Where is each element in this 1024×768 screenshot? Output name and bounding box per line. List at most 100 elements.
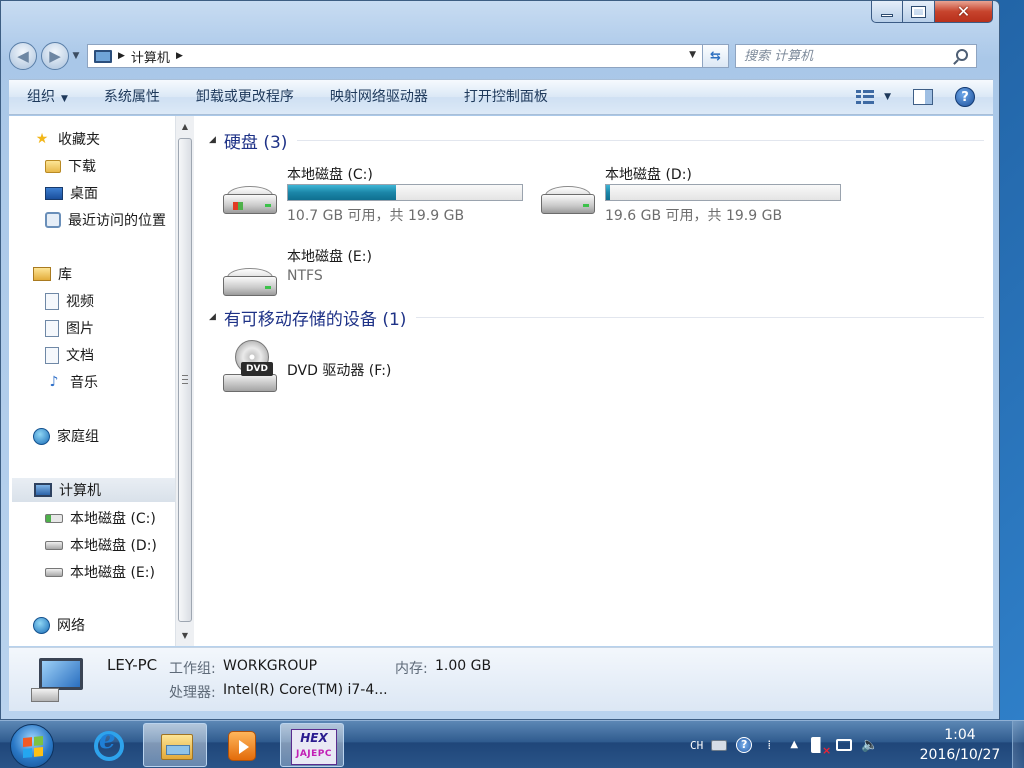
command-bar: 组织 ▼ 系统属性 卸载或更改程序 映射网络驱动器 打开控制面板 ▼ ? (9, 79, 993, 115)
volume-icon[interactable]: 🔈 (861, 737, 878, 753)
system-tray: CH ? ⁞ ▲ 🔈 (690, 721, 886, 768)
computer-icon (34, 483, 52, 497)
search-input[interactable] (744, 48, 944, 64)
search-icon[interactable] (956, 49, 968, 61)
nav-documents[interactable]: 文档 (45, 343, 94, 367)
view-controls: ▼ ? (856, 87, 993, 107)
nav-pictures[interactable]: 图片 (45, 316, 94, 340)
taskbar-file-explorer[interactable] (143, 723, 207, 767)
content-area: ★ 收藏夹 下载 桌面 最近访问的位置 库 视频 图片 文档 ♪ 音乐 家庭组 计算… (9, 116, 993, 646)
drive-tile-e[interactable]: 本地磁盘 (E:) NTFS (221, 246, 531, 310)
taskbar-internet-explorer[interactable]: e (76, 723, 140, 767)
group-header-removable[interactable]: ◢ 有可移动存储的设备 (1) (209, 306, 984, 330)
nav-videos[interactable]: 视频 (45, 289, 94, 313)
view-options-dropdown-icon[interactable]: ▼ (884, 92, 891, 102)
refresh-icon: ⇆ (710, 48, 721, 64)
open-control-panel-button[interactable]: 打开控制面板 (446, 79, 566, 115)
action-center-flag-icon[interactable] (811, 737, 831, 757)
nav-computer[interactable]: 计算机 (12, 478, 175, 502)
explorer-window: ✕ ◀ ▶ ▼ ▶ 计算机 ▶ ▼ ⇆ 组织 ▼ 系统属性 卸载或更改程序 映射网… (0, 0, 1000, 720)
recent-pages-dropdown[interactable]: ▼ (69, 51, 83, 61)
cpu-value: Intel(R) Core(TM) i7-4... (223, 682, 388, 698)
navigation-row: ◀ ▶ ▼ ▶ 计算机 ▶ ▼ ⇆ (9, 39, 993, 73)
dvd-drive-icon (223, 374, 277, 392)
show-hidden-icons-icon[interactable]: ▲ (786, 737, 802, 753)
documents-library-icon (45, 346, 59, 364)
scroll-down-icon[interactable]: ▼ (176, 627, 194, 644)
address-bar[interactable]: ▶ 计算机 ▶ ▼ (87, 44, 703, 68)
back-button[interactable]: ◀ (9, 42, 37, 70)
nav-desktop[interactable]: 桌面 (45, 181, 98, 205)
homegroup-icon (33, 427, 50, 445)
nav-downloads-label: 下载 (68, 159, 96, 175)
scroll-thumb[interactable] (178, 138, 192, 622)
nav-favorites-label: 收藏夹 (58, 132, 100, 148)
taskbar-hex-editor[interactable]: HEX JAJEPC (280, 723, 344, 767)
nav-network-label: 网络 (57, 618, 85, 634)
map-network-drive-button[interactable]: 映射网络驱动器 (312, 79, 446, 115)
system-drive-icon (45, 513, 63, 523)
nav-homegroup[interactable]: 家庭组 (33, 424, 99, 448)
refresh-button[interactable]: ⇆ (703, 44, 729, 68)
group-header-hard-disks[interactable]: ◢ 硬盘 (3) (209, 129, 984, 153)
nav-network[interactable]: 网络 (33, 613, 85, 637)
nav-downloads[interactable]: 下载 (45, 154, 96, 178)
nav-recent-places[interactable]: 最近访问的位置 (45, 208, 166, 232)
start-button[interactable] (10, 724, 54, 768)
hard-drive-icon (45, 540, 63, 550)
computer-icon (31, 658, 87, 702)
help-icon[interactable]: ? (955, 87, 975, 107)
collapse-triangle-icon[interactable]: ◢ (209, 312, 216, 322)
close-button[interactable]: ✕ (935, 1, 993, 23)
nav-drive-e[interactable]: 本地磁盘 (E:) (45, 560, 155, 584)
address-dropdown-icon[interactable]: ▼ (689, 50, 696, 60)
help-icon[interactable]: ? (736, 737, 753, 753)
forward-button[interactable]: ▶ (41, 42, 69, 70)
input-language-indicator[interactable]: CH (690, 739, 703, 752)
workgroup-label: 工作组: (169, 661, 216, 677)
drive-c-free-space: 10.7 GB 可用，共 19.9 GB (287, 208, 465, 224)
nav-favorites[interactable]: ★ 收藏夹 (33, 127, 100, 151)
network-status-icon[interactable] (836, 739, 853, 751)
group-title-removable: 有可移动存储的设备 (1) (223, 309, 407, 330)
preview-pane-icon[interactable] (913, 89, 933, 105)
navigation-scrollbar[interactable]: ▲ ▼ (175, 116, 194, 646)
drive-tile-d[interactable]: 本地磁盘 (D:) 19.6 GB 可用，共 19.9 GB (539, 164, 849, 228)
taskbar-media-player[interactable] (210, 723, 274, 767)
drive-d-name: 本地磁盘 (D:) (605, 167, 692, 183)
breadcrumb-computer[interactable]: 计算机 (131, 47, 170, 66)
show-desktop-button[interactable] (1012, 721, 1024, 768)
breadcrumb-separator-icon[interactable]: ▶ (118, 51, 125, 61)
system-drive-icon (221, 186, 279, 216)
pc-name: LEY-PC (107, 656, 158, 674)
drive-tile-c[interactable]: 本地磁盘 (C:) 10.7 GB 可用，共 19.9 GB (221, 164, 531, 228)
collapse-triangle-icon[interactable]: ◢ (209, 135, 216, 145)
nav-drive-c[interactable]: 本地磁盘 (C:) (45, 506, 156, 530)
organize-label: 组织 (27, 89, 55, 105)
grip-icon (182, 375, 188, 384)
uninstall-program-button[interactable]: 卸载或更改程序 (178, 79, 312, 115)
group-divider (416, 316, 984, 318)
dvd-drive-tile[interactable]: DVD DVD 驱动器 (F:) (221, 340, 521, 396)
minimize-button[interactable] (871, 1, 903, 23)
breadcrumb-separator-icon[interactable]: ▶ (176, 51, 183, 61)
ime-options-icon[interactable]: ⁞ (761, 737, 777, 753)
change-view-icon[interactable] (856, 90, 875, 104)
scroll-up-icon[interactable]: ▲ (176, 118, 194, 135)
maximize-button[interactable] (903, 1, 935, 23)
nav-libraries[interactable]: 库 (33, 262, 72, 286)
organize-menu[interactable]: 组织 ▼ (9, 79, 86, 115)
drive-d-usage-bar (605, 184, 841, 201)
system-properties-button[interactable]: 系统属性 (86, 79, 178, 115)
chevron-down-icon: ▼ (72, 51, 80, 61)
search-box[interactable] (735, 44, 977, 68)
back-arrow-icon: ◀ (17, 47, 29, 65)
network-icon (33, 616, 50, 634)
clock[interactable]: 1:04 2016/10/27 (910, 725, 1010, 765)
nav-pictures-label: 图片 (66, 321, 94, 337)
nav-music[interactable]: ♪ 音乐 (45, 370, 98, 394)
star-icon: ★ (35, 131, 49, 147)
keyboard-icon[interactable] (711, 739, 728, 751)
hex-app-title: HEX (300, 731, 328, 745)
nav-drive-d[interactable]: 本地磁盘 (D:) (45, 533, 157, 557)
